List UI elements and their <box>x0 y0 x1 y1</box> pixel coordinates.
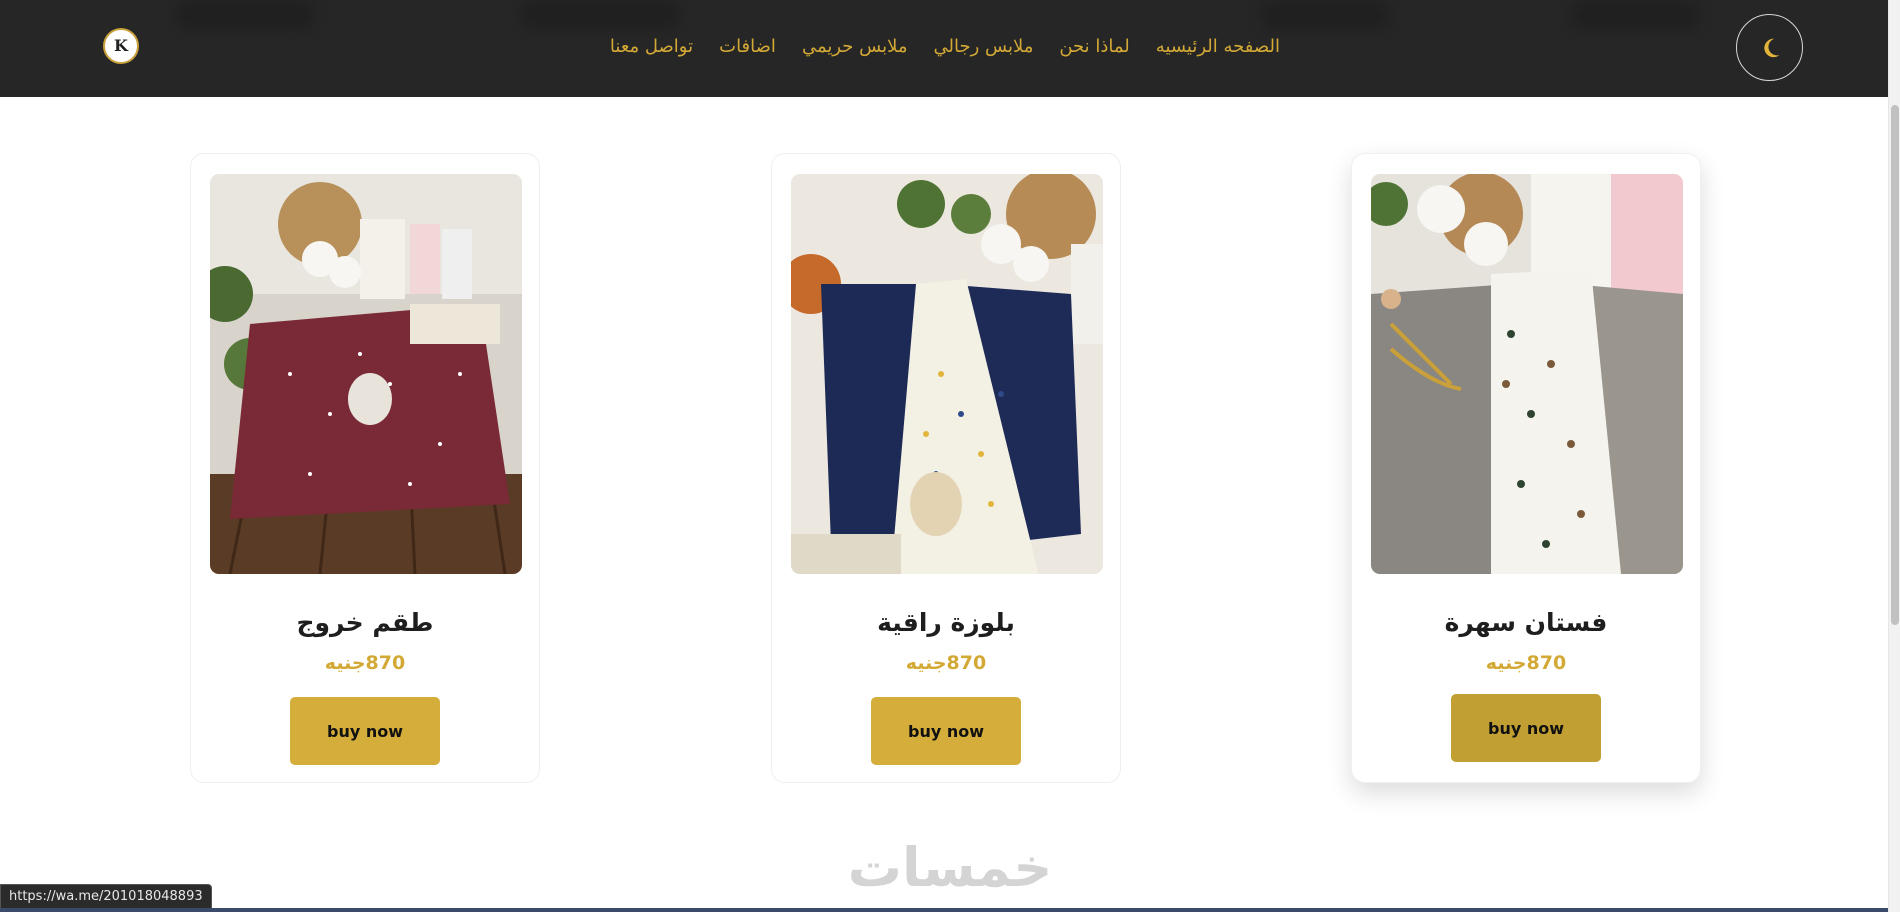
theme-toggle-button[interactable] <box>1736 14 1803 81</box>
dress-photo <box>1371 174 1683 574</box>
product-price: 870جنيه <box>324 652 406 674</box>
product-image[interactable] <box>791 174 1103 574</box>
product-title: طقم خروج <box>296 608 434 637</box>
navbar-shadow <box>1260 0 1390 30</box>
window-bottom-edge <box>0 908 1900 912</box>
nav-item-home[interactable]: الصفحه الرئيسيه <box>1156 36 1280 57</box>
status-bar-url: https://wa.me/201018048893 <box>0 884 212 910</box>
nav-item-why-us[interactable]: لماذا نحن <box>1059 36 1129 57</box>
site-logo[interactable]: K <box>103 28 139 64</box>
product-image[interactable] <box>1371 174 1683 574</box>
moon-icon <box>1763 38 1780 57</box>
page-scrollbar[interactable] <box>1888 0 1900 912</box>
product-title: بلوزة راقية <box>877 608 1015 637</box>
logo-mark: K <box>114 36 128 55</box>
product-card: فستان سهرة 870جنيه buy now <box>1351 153 1701 783</box>
product-price: 870جنيه <box>1485 652 1567 674</box>
product-title: فستان سهرة <box>1444 608 1608 637</box>
buy-now-button[interactable]: buy now <box>1451 694 1601 762</box>
product-image[interactable] <box>210 174 522 574</box>
main-nav: الصفحه الرئيسيه لماذا نحن ملابس رجالي مل… <box>600 36 1280 57</box>
nav-item-womens-clothing[interactable]: ملابس حريمي <box>802 36 908 57</box>
blouse-photo <box>791 174 1103 574</box>
page: K الصفحه الرئيسيه لماذا نحن ملابس رجالي … <box>0 0 1900 912</box>
navbar-shadow <box>520 0 680 30</box>
product-price: 870جنيه <box>905 652 987 674</box>
navbar-shadow <box>175 0 315 30</box>
nav-item-contact[interactable]: تواصل معنا <box>610 36 693 57</box>
product-card: طقم خروج 870جنيه buy now <box>190 153 540 783</box>
outfit-photo <box>210 174 522 574</box>
navbar-shadow <box>1570 0 1700 30</box>
nav-item-mens-clothing[interactable]: ملابس رجالي <box>933 36 1033 57</box>
navbar: K الصفحه الرئيسيه لماذا نحن ملابس رجالي … <box>0 0 1900 97</box>
buy-now-button[interactable]: buy now <box>290 697 440 765</box>
buy-now-button[interactable]: buy now <box>871 697 1021 765</box>
scrollbar-thumb[interactable] <box>1891 105 1899 625</box>
product-card: بلوزة راقية 870جنيه buy now <box>771 153 1121 783</box>
nav-item-additions[interactable]: اضافات <box>719 36 776 57</box>
footer-watermark: خمسات <box>847 836 1053 899</box>
